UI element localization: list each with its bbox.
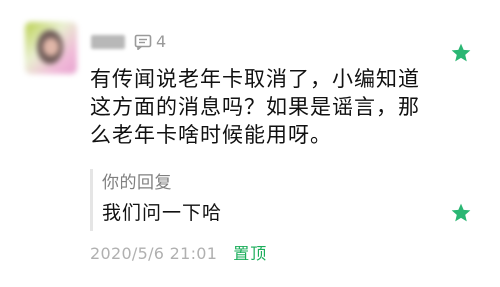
pin-button[interactable]: 置顶 bbox=[233, 244, 267, 264]
star-icon bbox=[450, 42, 472, 64]
comment-footer: 2020/5/6 21:01 置顶 bbox=[90, 244, 267, 264]
comment-count[interactable]: 4 bbox=[134, 33, 166, 51]
timestamp: 2020/5/6 21:01 bbox=[90, 244, 218, 263]
avatar-face bbox=[43, 38, 59, 56]
star-comment-button[interactable] bbox=[450, 42, 472, 64]
user-avatar[interactable] bbox=[25, 22, 77, 74]
comment-count-value: 4 bbox=[156, 32, 167, 51]
username-blurred[interactable] bbox=[91, 35, 125, 49]
reply-block: 你的回复 我们问一下哈 bbox=[90, 169, 222, 231]
star-reply-button[interactable] bbox=[450, 202, 472, 224]
comment-text: 有传闻说老年卡取消了，小编知道这方面的消息吗？如果是谣言，那么老年卡啥时候能用呀… bbox=[90, 67, 420, 147]
reply-label: 你的回复 bbox=[102, 173, 172, 193]
reply-text: 我们问一下哈 bbox=[102, 202, 223, 224]
star-icon bbox=[450, 202, 472, 224]
comment-icon bbox=[134, 34, 152, 50]
